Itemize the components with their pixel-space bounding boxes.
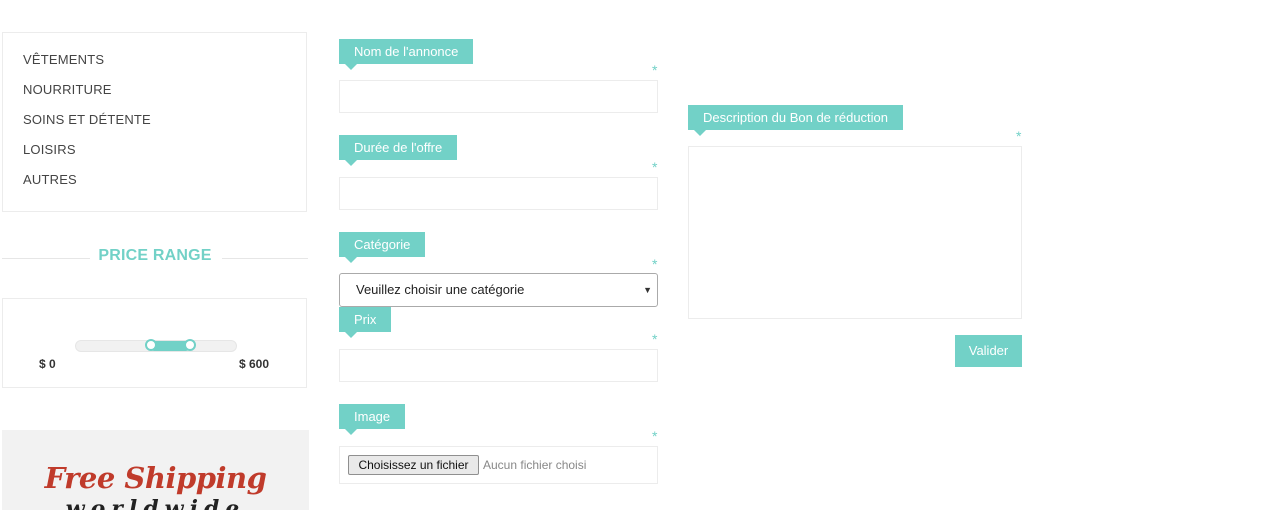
price-range-title: PRICE RANGE xyxy=(90,247,220,264)
price-slider-max-handle[interactable] xyxy=(184,339,196,351)
category-list: VÊTEMENTS NOURRITURE SOINS ET DÉTENTE LO… xyxy=(23,51,151,201)
description-label: Description du Bon de réduction xyxy=(688,105,904,136)
category-item-soins-et-detente[interactable]: SOINS ET DÉTENTE xyxy=(23,111,151,141)
duree-label: Durée de l'offre xyxy=(339,135,458,166)
category-item-autres[interactable]: AUTRES xyxy=(23,171,151,201)
required-mark: * xyxy=(652,256,658,272)
choose-file-button[interactable]: Choisissez un fichier xyxy=(348,455,479,475)
file-status: Aucun fichier choisi xyxy=(483,458,587,472)
nom-input[interactable] xyxy=(339,80,658,113)
required-mark: * xyxy=(652,331,658,347)
required-mark: * xyxy=(1016,128,1022,144)
prix-input[interactable] xyxy=(339,349,658,382)
price-range-header: PRICE RANGE xyxy=(0,247,310,269)
description-textarea[interactable] xyxy=(688,146,1022,319)
image-label: Image xyxy=(339,404,406,435)
categorie-label: Catégorie xyxy=(339,232,426,263)
duree-input[interactable] xyxy=(339,177,658,210)
banner-title: Free Shipping xyxy=(44,461,267,495)
valider-button[interactable]: Valider xyxy=(955,335,1022,367)
banner-subtitle: worldwide xyxy=(65,496,246,510)
price-min-label: $ 0 xyxy=(39,357,56,371)
price-slider[interactable] xyxy=(75,339,237,352)
required-mark: * xyxy=(652,159,658,175)
category-menu: VÊTEMENTS NOURRITURE SOINS ET DÉTENTE LO… xyxy=(2,32,307,212)
free-shipping-banner[interactable]: Free Shipping worldwide xyxy=(2,430,309,510)
category-item-vetements[interactable]: VÊTEMENTS xyxy=(23,51,151,81)
price-slider-min-handle[interactable] xyxy=(145,339,157,351)
required-mark: * xyxy=(652,62,658,78)
required-mark: * xyxy=(652,428,658,444)
category-item-loisirs[interactable]: LOISIRS xyxy=(23,141,151,171)
price-range-panel: $ 0 $ 600 xyxy=(2,298,307,388)
categorie-selected-value: Veuillez choisir une catégorie xyxy=(356,282,525,297)
categorie-select[interactable]: Veuillez choisir une catégorie ▼ xyxy=(339,273,658,307)
dropdown-arrow-icon: ▼ xyxy=(643,285,652,295)
prix-label: Prix xyxy=(339,307,392,338)
nom-label: Nom de l'annonce xyxy=(339,39,474,70)
category-item-nourriture[interactable]: NOURRITURE xyxy=(23,81,151,111)
price-max-label: $ 600 xyxy=(239,357,270,371)
